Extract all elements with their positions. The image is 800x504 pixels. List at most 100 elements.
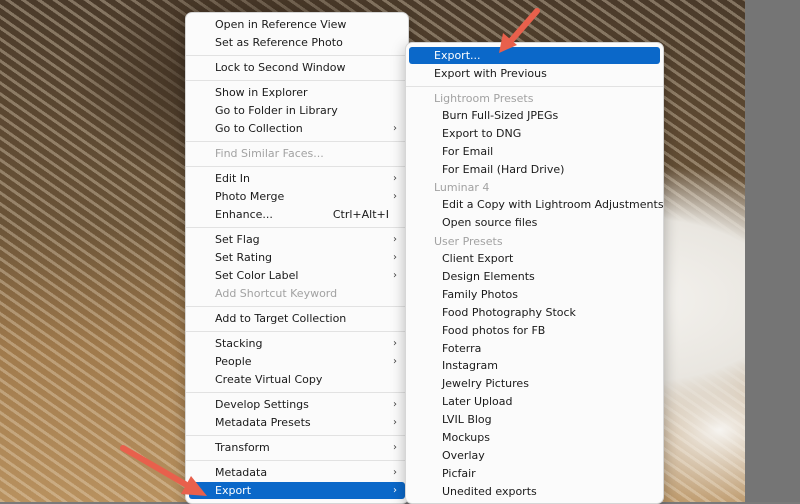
lightroom-preset-label: For Email	[442, 144, 494, 158]
user-preset-label: Food photos for FB	[442, 323, 546, 337]
user-preset-item[interactable]: Instagram	[409, 357, 660, 374]
chevron-right-icon: ›	[393, 191, 397, 202]
menu-item-lock-to-second-window[interactable]: Lock to Second Window	[189, 59, 405, 76]
chevron-right-icon: ›	[393, 485, 397, 496]
user-preset-label: Picfair	[442, 466, 476, 480]
separator	[186, 55, 408, 56]
menu-item-label: Enhance...	[215, 208, 273, 221]
user-preset-item[interactable]: Client Export	[409, 250, 660, 267]
menu-item-add-to-target-collection[interactable]: Add to Target Collection	[189, 310, 405, 327]
menu-item-label: Edit In	[215, 172, 251, 185]
side-panel	[745, 0, 800, 502]
menu-item-transform[interactable]: Transform ›	[189, 439, 405, 456]
separator	[186, 141, 408, 142]
menu-item-open-in-reference-view[interactable]: Open in Reference View	[189, 16, 405, 33]
menu-item-show-in-explorer[interactable]: Show in Explorer	[189, 84, 405, 101]
menu-item-label: Lock to Second Window	[215, 61, 346, 74]
luminar-header: Luminar 4	[434, 181, 490, 194]
separator	[186, 166, 408, 167]
lightroom-preset-item[interactable]: Export to DNG	[409, 125, 660, 142]
chevron-right-icon: ›	[393, 442, 397, 453]
export-with-previous-item[interactable]: Export with Previous	[409, 65, 660, 82]
menu-item-set-rating[interactable]: Set Rating ›	[189, 249, 405, 266]
user-preset-label: Mockups	[442, 431, 490, 444]
user-preset-item[interactable]: Foterra	[409, 340, 660, 357]
user-preset-item[interactable]: Overlay	[409, 447, 660, 464]
luminar-item[interactable]: Edit a Copy with Lightroom Adjustments	[409, 196, 664, 213]
arrow-pointer-icon	[499, 8, 540, 53]
user-preset-item[interactable]: Jewelry Pictures	[409, 375, 660, 392]
user-preset-item[interactable]: Design Elements	[409, 268, 660, 285]
menu-item-stacking[interactable]: Stacking ›	[189, 335, 405, 352]
menu-item-set-color-label[interactable]: Set Color Label ›	[189, 267, 405, 284]
menu-item-label: Develop Settings	[215, 398, 309, 411]
lightroom-preset-item[interactable]: For Email (Hard Drive)	[409, 161, 660, 178]
menu-item-label: Add Shortcut Keyword	[215, 287, 338, 300]
menu-item-export[interactable]: Export ›	[189, 482, 405, 499]
separator	[186, 227, 408, 228]
export-submenu: Export... Export with Previous Lightroom…	[405, 42, 664, 504]
lightroom-presets-header: Lightroom Presets	[434, 92, 534, 105]
user-preset-item[interactable]: Mockups	[409, 429, 660, 446]
menu-item-label: Photo Merge	[215, 190, 285, 203]
menu-item-photo-merge[interactable]: Photo Merge ›	[189, 188, 405, 205]
menu-item-set-flag[interactable]: Set Flag ›	[189, 231, 405, 248]
lightroom-preset-item[interactable]: Burn Full-Sized JPEGs	[409, 107, 660, 124]
menu-item-label: Open in Reference View	[215, 18, 347, 31]
chevron-right-icon: ›	[393, 252, 397, 263]
menu-item-develop-settings[interactable]: Develop Settings ›	[189, 396, 405, 413]
user-preset-label: Food Photography Stock	[442, 305, 576, 319]
chevron-right-icon: ›	[393, 356, 397, 367]
menu-item-add-shortcut-keyword: Add Shortcut Keyword	[189, 285, 405, 302]
menu-item-edit-in[interactable]: Edit In ›	[189, 170, 405, 187]
menu-item-find-similar-faces: Find Similar Faces...	[189, 145, 405, 162]
user-preset-item[interactable]: Food Photography Stock	[409, 304, 660, 321]
menu-item-label: Go to Folder in Library	[215, 104, 338, 117]
menu-item-label: Metadata Presets	[215, 416, 311, 429]
menu-item-go-to-collection[interactable]: Go to Collection ›	[189, 120, 405, 137]
separator	[186, 80, 408, 81]
chevron-right-icon: ›	[393, 338, 397, 349]
menu-item-label: Set as Reference Photo	[215, 36, 343, 49]
menu-item-create-virtual-copy[interactable]: Create Virtual Copy	[189, 371, 405, 388]
menu-item-label: Go to Collection	[215, 122, 303, 135]
chevron-right-icon: ›	[393, 417, 397, 428]
menu-item-label: Find Similar Faces...	[215, 147, 324, 160]
user-preset-item[interactable]: Family Photos	[409, 286, 660, 303]
chevron-right-icon: ›	[393, 234, 397, 245]
user-preset-item[interactable]: LVIL Blog	[409, 411, 660, 428]
separator	[186, 392, 408, 393]
user-preset-label: Instagram	[442, 359, 498, 373]
separator	[406, 86, 663, 87]
menu-item-metadata[interactable]: Metadata ›	[189, 464, 405, 481]
luminar-item[interactable]: Open source files	[409, 214, 660, 231]
menu-item-label: Show in Explorer	[215, 86, 308, 99]
menu-item-label: Set Color Label	[215, 269, 299, 282]
lightroom-preset-item[interactable]: For Email	[409, 143, 660, 160]
menu-item-label: People	[215, 355, 252, 368]
separator	[186, 306, 408, 307]
menu-item-people[interactable]: People ›	[189, 353, 405, 370]
menu-item-set-as-reference-photo[interactable]: Set as Reference Photo	[189, 34, 405, 51]
chevron-right-icon: ›	[393, 123, 397, 134]
menu-item-label: Stacking	[215, 337, 263, 350]
menu-item-label: Set Flag	[215, 233, 260, 246]
menu-item-label: Export	[215, 484, 252, 497]
user-preset-label: Client Export	[442, 252, 514, 265]
user-preset-label: Family Photos	[442, 287, 519, 301]
shortcut-label: Ctrl+Alt+I	[332, 208, 389, 221]
user-preset-label: Design Elements	[442, 269, 535, 283]
chevron-right-icon: ›	[393, 399, 397, 410]
user-presets-header: User Presets	[434, 235, 503, 248]
user-preset-item[interactable]: Picfair	[409, 465, 660, 482]
menu-item-enhance[interactable]: Enhance... Ctrl+Alt+I	[189, 206, 405, 223]
user-preset-item[interactable]: Food photos for FB	[409, 322, 660, 339]
export-label: Export...	[434, 49, 481, 62]
chevron-right-icon: ›	[393, 270, 397, 281]
menu-item-go-to-folder-in-library[interactable]: Go to Folder in Library	[189, 102, 405, 119]
user-preset-label: LVIL Blog	[442, 413, 492, 427]
user-preset-item[interactable]: Later Upload	[409, 393, 660, 410]
menu-item-label: Set Rating	[215, 251, 273, 264]
user-preset-item[interactable]: Unedited exports	[409, 483, 660, 500]
menu-item-metadata-presets[interactable]: Metadata Presets ›	[189, 414, 405, 431]
